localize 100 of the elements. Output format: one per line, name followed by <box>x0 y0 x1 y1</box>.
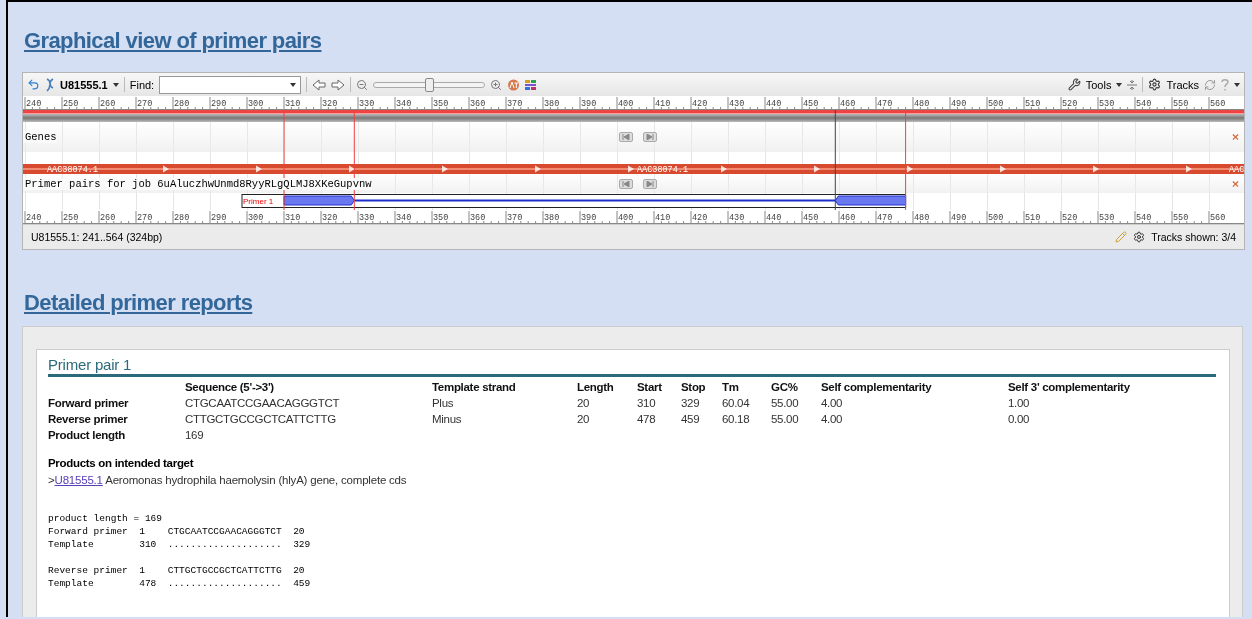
table-cell-text: Plus <box>432 396 455 411</box>
ruler-label: 430 <box>729 213 745 223</box>
refresh-icon[interactable] <box>1204 78 1216 91</box>
primer-pair-feature[interactable] <box>241 194 907 208</box>
collapse-icon[interactable] <box>1127 78 1138 91</box>
color-grid-icon[interactable] <box>525 78 538 91</box>
caret-icon <box>1234 82 1240 87</box>
left-arrow-icon[interactable] <box>312 78 327 91</box>
ruler-label: 420 <box>692 99 708 109</box>
product-description: >U81555.1 Aeromonas hydrophila haemolysin (hlyA) gene, complete cds <box>48 474 408 486</box>
ruler-label: 280 <box>174 99 190 109</box>
undo-icon[interactable] <box>27 78 40 91</box>
sequence-letters-icon[interactable] <box>507 78 521 91</box>
column-header: Stop <box>681 380 707 395</box>
ruler-label: 520 <box>1062 213 1078 223</box>
ruler-label: 500 <box>988 99 1004 109</box>
alignment-line: Reverse primer 1 CTTGCTGCCGCTCATTCTTG 20 <box>48 564 305 577</box>
zoom-out-icon[interactable] <box>356 78 369 91</box>
ruler-label: 470 <box>877 99 893 109</box>
table-cell-text: 459 <box>681 412 701 427</box>
zoom-in-icon[interactable] <box>490 78 503 91</box>
ruler-label: 490 <box>951 213 967 223</box>
settings-icon[interactable] <box>1133 231 1146 243</box>
table-cell-text: 329 <box>681 396 701 411</box>
settings-icon[interactable] <box>1148 78 1162 91</box>
ruler-label: 330 <box>359 213 375 223</box>
table-cell-text: 1.00 <box>1008 396 1031 411</box>
ruler-label: 390 <box>581 213 597 223</box>
accession-link[interactable]: U81555.1 <box>54 474 103 486</box>
ruler-label: 400 <box>618 99 634 109</box>
ruler-label: 540 <box>1136 213 1152 223</box>
table-cell-text: 478 <box>637 412 657 427</box>
primer-pair-title: Primer pair 1 <box>48 356 1216 377</box>
ruler-label: 460 <box>840 99 856 109</box>
previous-feature-button[interactable] <box>619 132 633 142</box>
alignment-line: Template 478 .................... 459 <box>48 577 311 590</box>
tools-icon[interactable] <box>1067 78 1081 91</box>
ruler-label: 430 <box>729 99 745 109</box>
ruler-label: 310 <box>285 213 301 223</box>
ruler-label: 350 <box>433 213 449 223</box>
sequence-icon[interactable] <box>45 77 55 92</box>
close-track-icon[interactable] <box>1231 179 1240 188</box>
ruler-label: 370 <box>507 99 523 109</box>
table-cell-text: 20 <box>577 412 591 427</box>
caret-icon <box>290 82 297 87</box>
accession-menu[interactable]: U81555.1 <box>60 78 108 91</box>
gene-label: AAC <box>1229 165 1244 174</box>
table-cell-text: 20 <box>577 396 591 411</box>
ruler-label: 300 <box>248 213 264 223</box>
primer-label: Primer 1 <box>243 197 274 206</box>
find-field[interactable] <box>159 75 302 94</box>
right-arrow-icon[interactable] <box>331 78 346 91</box>
ruler-label: 270 <box>137 213 153 223</box>
gene-bar[interactable] <box>23 164 1244 174</box>
ruler-label: 540 <box>1136 99 1152 109</box>
column-header: Tm <box>722 380 740 395</box>
ruler-label: 520 <box>1062 99 1078 109</box>
ruler-label: 340 <box>396 213 412 223</box>
find-label: Find: <box>129 78 155 91</box>
table-cell-text: 169 <box>185 428 205 443</box>
ruler-label: 260 <box>100 99 116 109</box>
tracks-shown-label[interactable]: Tracks shown: 3/4 <box>1151 231 1236 243</box>
ruler-label: 380 <box>544 99 560 109</box>
ruler-label: 420 <box>692 213 708 223</box>
table-cell-text: 4.00 <box>821 412 844 427</box>
tracks-menu[interactable]: Tracks <box>1166 78 1199 91</box>
ruler-label: 380 <box>544 213 560 223</box>
column-header: Self complementarity <box>821 380 933 395</box>
ruler-label: 490 <box>951 99 967 109</box>
next-feature-button[interactable] <box>643 132 657 142</box>
ruler-label: 260 <box>100 213 116 223</box>
next-feature-button[interactable] <box>643 178 657 189</box>
ruler-label: 390 <box>581 99 597 109</box>
ruler-label: 560 <box>1210 99 1226 109</box>
help-icon[interactable] <box>1221 78 1229 91</box>
alignment-line: product length = 169 <box>48 512 163 525</box>
table-cell-text: 55.00 <box>771 396 800 411</box>
table-cell-text: CTTGCTGCCGCTCATTCTTG <box>185 412 337 427</box>
ruler-label: 240 <box>26 99 42 109</box>
ruler-label: 400 <box>618 213 634 223</box>
table-cell-text: 60.04 <box>722 396 751 411</box>
ruler-label: 450 <box>803 99 819 109</box>
ruler-label: 330 <box>359 99 375 109</box>
pencil-icon[interactable] <box>1115 231 1128 243</box>
ruler-label: 410 <box>655 99 671 109</box>
ruler-label: 360 <box>470 213 486 223</box>
tools-menu[interactable]: Tools <box>1085 78 1112 91</box>
zoom-slider-thumb[interactable] <box>425 77 435 92</box>
ruler-label: 530 <box>1099 213 1115 223</box>
caret-icon <box>1116 82 1123 87</box>
column-header: Template strand <box>432 380 517 395</box>
previous-feature-button[interactable] <box>619 178 633 189</box>
close-track-icon[interactable] <box>1231 132 1240 142</box>
ruler-label: 550 <box>1173 99 1189 109</box>
column-header: Sequence (5'->3') <box>185 380 275 395</box>
ruler-label: 350 <box>433 99 449 109</box>
ruler-label: 480 <box>914 99 930 109</box>
column-header: GC% <box>771 380 799 395</box>
row-label: Forward primer <box>48 396 130 411</box>
gene-label: AAC38074.1 <box>47 165 98 174</box>
